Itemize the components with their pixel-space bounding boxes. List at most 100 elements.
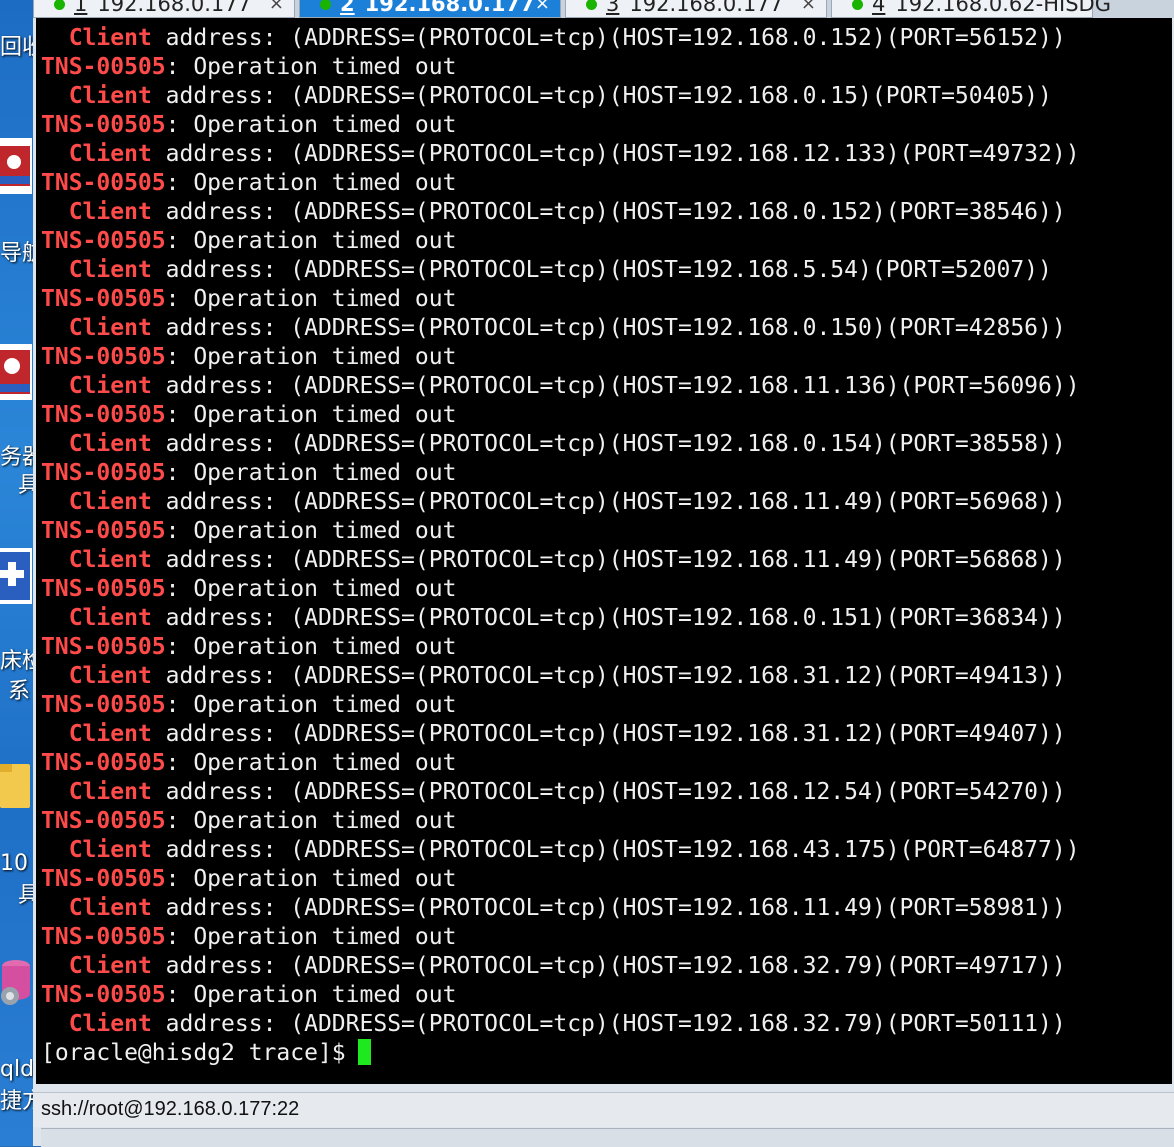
line-text: address: (ADDRESS=(PROTOCOL=tcp)(HOST=19… <box>151 895 1066 921</box>
client-keyword: Client <box>68 199 152 225</box>
client-address-line: Client address: (ADDRESS=(PROTOCOL=tcp)(… <box>41 140 1080 169</box>
client-keyword: Client <box>68 83 152 109</box>
client-keyword: Client <box>68 25 152 51</box>
error-code: TNS-00505 <box>41 460 166 486</box>
error-code: TNS-00505 <box>41 692 166 718</box>
error-code: TNS-00505 <box>41 518 166 544</box>
folder-icon[interactable] <box>0 758 32 814</box>
error-line: TNS-00505: Operation timed out <box>41 227 456 256</box>
line-text: : Operation timed out <box>165 170 457 196</box>
error-line: TNS-00505: Operation timed out <box>41 691 456 720</box>
desktop-label: 床检 <box>0 649 36 674</box>
error-code: TNS-00505 <box>41 112 166 138</box>
client-address-line: Client address: (ADDRESS=(PROTOCOL=tcp)(… <box>41 488 1066 517</box>
client-address-line: Client address: (ADDRESS=(PROTOCOL=tcp)(… <box>41 720 1066 749</box>
line-text: address: (ADDRESS=(PROTOCOL=tcp)(HOST=19… <box>151 1011 1066 1037</box>
client-keyword: Client <box>68 721 152 747</box>
client-keyword: Client <box>68 547 152 573</box>
line-text: : Operation timed out <box>165 634 457 660</box>
tab-number: 2 <box>340 0 355 16</box>
connected-status-icon <box>320 0 331 10</box>
client-keyword: Client <box>68 663 152 689</box>
error-line: TNS-00505: Operation timed out <box>41 633 456 662</box>
desktop-label: 10 <box>0 851 28 876</box>
app-shortcut-icon[interactable] <box>0 138 32 194</box>
line-text: address: (ADDRESS=(PROTOCOL=tcp)(HOST=19… <box>151 25 1066 51</box>
shell-prompt-line[interactable]: [oracle@hisdg2 trace]$ <box>41 1039 371 1068</box>
client-address-line: Client address: (ADDRESS=(PROTOCOL=tcp)(… <box>41 604 1066 633</box>
session-tab-bar: 1 192.168.0.177 × 2 192.168.0.177 × 3 192.1… <box>33 0 1174 18</box>
client-address-line: Client address: (ADDRESS=(PROTOCOL=tcp)(… <box>41 82 1052 111</box>
client-address-line: Client address: (ADDRESS=(PROTOCOL=tcp)(… <box>41 314 1066 343</box>
line-text: : Operation timed out <box>165 54 457 80</box>
client-keyword: Client <box>68 257 152 283</box>
error-code: TNS-00505 <box>41 402 166 428</box>
client-address-line: Client address: (ADDRESS=(PROTOCOL=tcp)(… <box>41 662 1066 691</box>
terminal-output[interactable]: Client address: (ADDRESS=(PROTOCOL=tcp)(… <box>36 18 1172 1084</box>
database-icon[interactable] <box>0 956 32 1012</box>
line-text: : Operation timed out <box>165 982 457 1008</box>
error-line: TNS-00505: Operation timed out <box>41 285 456 314</box>
client-keyword: Client <box>68 141 152 167</box>
client-address-line: Client address: (ADDRESS=(PROTOCOL=tcp)(… <box>41 546 1066 575</box>
session-tab-4[interactable]: 4 192.168.0.62-HISDG <box>831 0 1111 18</box>
error-code: TNS-00505 <box>41 576 166 602</box>
session-tab-2[interactable]: 2 192.168.0.177 × <box>299 0 561 18</box>
app-shortcut-icon[interactable] <box>0 548 32 604</box>
desktop-label: qld <box>0 1057 35 1082</box>
line-text: address: (ADDRESS=(PROTOCOL=tcp)(HOST=19… <box>151 605 1066 631</box>
error-line: TNS-00505: Operation timed out <box>41 53 456 82</box>
close-tab-icon[interactable]: × <box>535 0 550 17</box>
connected-status-icon <box>54 0 65 10</box>
error-line: TNS-00505: Operation timed out <box>41 749 456 778</box>
line-text: : Operation timed out <box>165 692 457 718</box>
desktop-label: 系 <box>8 679 31 704</box>
client-address-line: Client address: (ADDRESS=(PROTOCOL=tcp)(… <box>41 778 1066 807</box>
connection-string: ssh://root@192.168.0.177:22 <box>41 1098 300 1120</box>
line-text: : Operation timed out <box>165 924 457 950</box>
status-bar: ssh://root@192.168.0.177:22 <box>33 1092 1174 1127</box>
app-shortcut-icon[interactable] <box>0 344 32 400</box>
client-keyword: Client <box>68 373 152 399</box>
close-tab-icon[interactable]: × <box>801 0 816 17</box>
terminal-window: 1 192.168.0.177 × 2 192.168.0.177 × 3 192.1… <box>33 0 1174 1147</box>
line-text: address: (ADDRESS=(PROTOCOL=tcp)(HOST=19… <box>151 547 1066 573</box>
line-text: address: (ADDRESS=(PROTOCOL=tcp)(HOST=19… <box>151 837 1080 863</box>
client-address-line: Client address: (ADDRESS=(PROTOCOL=tcp)(… <box>41 198 1066 227</box>
tab-number: 1 <box>74 0 88 16</box>
tab-label: 192.168.0.177 <box>629 0 784 16</box>
line-text: : Operation timed out <box>165 750 457 776</box>
close-tab-icon[interactable]: × <box>269 0 284 17</box>
line-text: : Operation timed out <box>165 402 457 428</box>
error-line: TNS-00505: Operation timed out <box>41 169 456 198</box>
error-line: TNS-00505: Operation timed out <box>41 111 456 140</box>
error-line: TNS-00505: Operation timed out <box>41 459 456 488</box>
desktop-label: 捷方 <box>0 1089 36 1114</box>
desktop-label: 务器 <box>0 445 36 470</box>
line-text: address: (ADDRESS=(PROTOCOL=tcp)(HOST=19… <box>151 489 1066 515</box>
client-keyword: Client <box>68 315 152 341</box>
client-keyword: Client <box>68 605 152 631</box>
session-tab-1[interactable]: 1 192.168.0.177 × <box>33 0 295 18</box>
tab-label: 192.168.0.177 <box>97 0 252 16</box>
tab-number: 3 <box>606 0 620 16</box>
line-text: : Operation timed out <box>165 344 457 370</box>
client-keyword: Client <box>68 895 152 921</box>
line-text: : Operation timed out <box>165 866 457 892</box>
error-code: TNS-00505 <box>41 344 166 370</box>
line-text: address: (ADDRESS=(PROTOCOL=tcp)(HOST=19… <box>151 779 1066 805</box>
session-tab-3[interactable]: 3 192.168.0.177 × <box>565 0 827 18</box>
error-code: TNS-00505 <box>41 924 166 950</box>
line-text: address: (ADDRESS=(PROTOCOL=tcp)(HOST=19… <box>151 199 1066 225</box>
desktop-strip: 回收 导航 务器 具 床检 系 10 具 qld 捷方 <box>0 0 36 1146</box>
desktop-label: 回收 <box>0 35 36 60</box>
